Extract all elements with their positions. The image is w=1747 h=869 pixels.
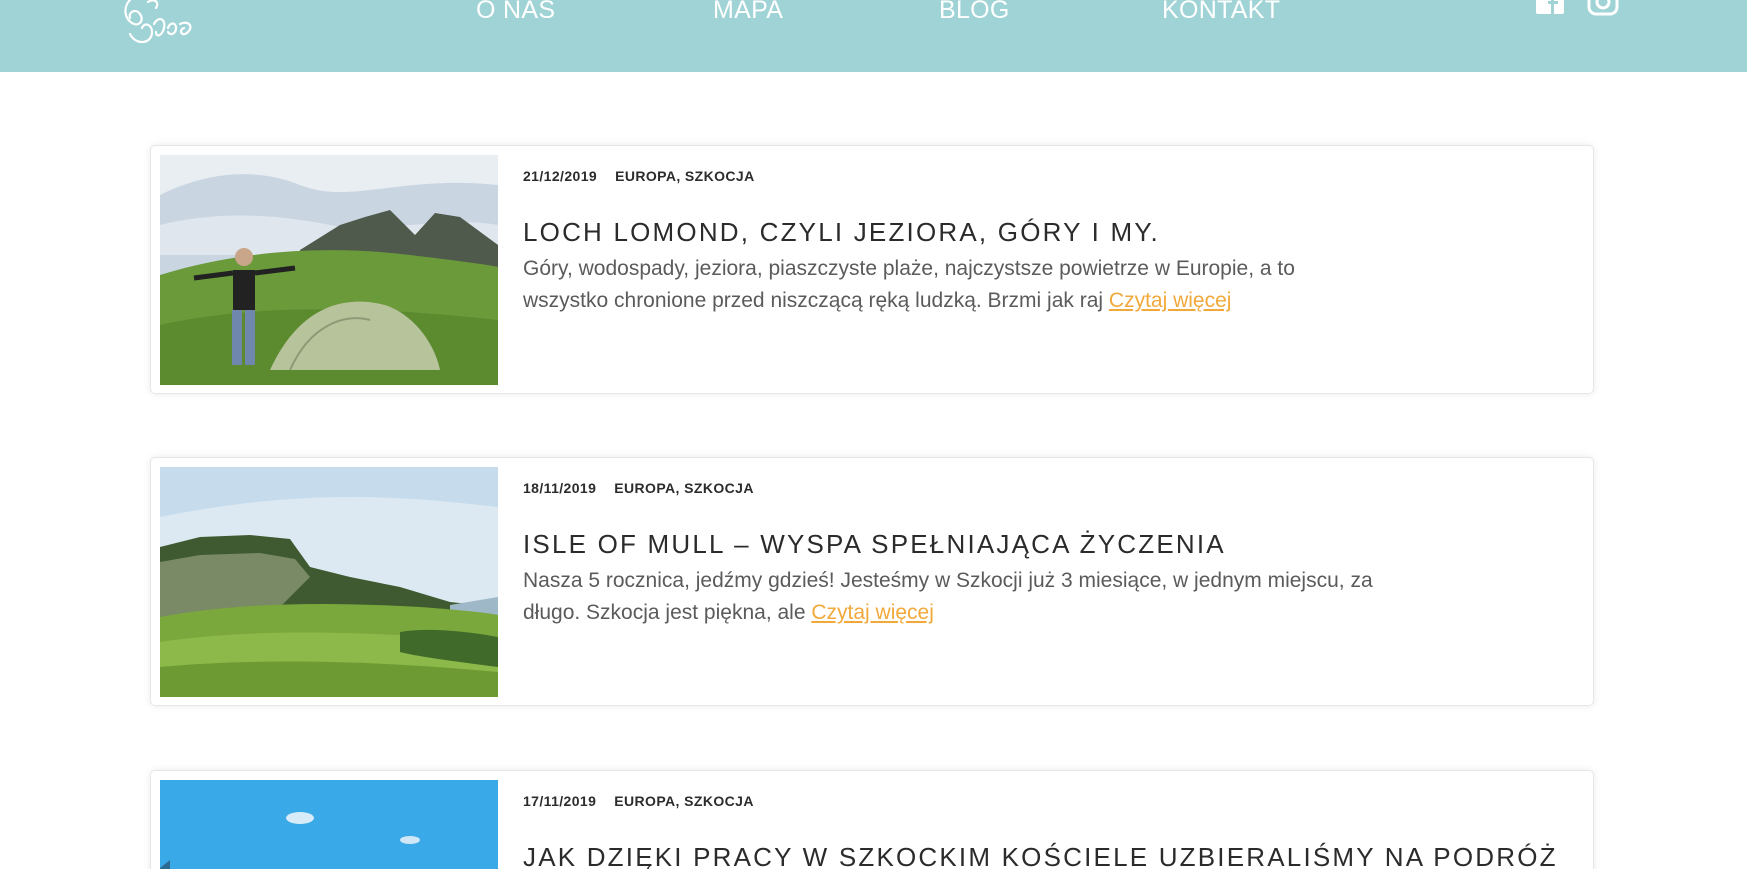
blog-post-card: 17/11/2019 EUROPA, SZKOCJA JAK DZIĘKI PRA… bbox=[150, 770, 1594, 869]
post-categories[interactable]: EUROPA, SZKOCJA bbox=[614, 480, 754, 496]
post-thumbnail[interactable] bbox=[160, 155, 498, 385]
post-categories[interactable]: EUROPA, SZKOCJA bbox=[615, 168, 755, 184]
post-excerpt: Góry, wodospady, jeziora, piaszczyste pl… bbox=[523, 253, 1383, 317]
blog-post-card: 18/11/2019 EUROPA, SZKOCJA ISLE OF MULL –… bbox=[150, 457, 1594, 706]
blog-post-card: 21/12/2019 EUROPA, SZKOCJA LOCH LOMOND, C… bbox=[150, 145, 1594, 394]
post-excerpt: Nasza 5 rocznica, jedźmy gdzieś! Jesteśm… bbox=[523, 565, 1383, 629]
nav-blog[interactable]: BLOG bbox=[939, 0, 1010, 24]
post-title[interactable]: JAK DZIĘKI PRACY W SZKOCKIM KOŚCIELE UZB… bbox=[523, 842, 1558, 869]
facebook-icon[interactable] bbox=[1534, 0, 1568, 22]
post-thumbnail[interactable] bbox=[160, 780, 498, 869]
nav-o-nas[interactable]: O NAS bbox=[476, 0, 555, 24]
post-excerpt-text: Nasza 5 rocznica, jedźmy gdzieś! Jesteśm… bbox=[523, 569, 1373, 624]
post-meta: 18/11/2019 EUROPA, SZKOCJA bbox=[523, 480, 772, 496]
post-categories[interactable]: EUROPA, SZKOCJA bbox=[614, 793, 754, 809]
instagram-icon[interactable] bbox=[1586, 0, 1620, 22]
post-meta: 17/11/2019 EUROPA, SZKOCJA bbox=[523, 793, 772, 809]
site-header: O NAS MAPA BLOG KONTAKT bbox=[0, 0, 1747, 72]
site-logo[interactable] bbox=[118, 0, 200, 48]
nav-mapa[interactable]: MAPA bbox=[713, 0, 783, 24]
read-more-link[interactable]: Czytaj więcej bbox=[811, 601, 934, 624]
post-date: 18/11/2019 bbox=[523, 480, 597, 496]
post-title[interactable]: ISLE OF MULL – WYSPA SPEŁNIAJĄCA ŻYCZENI… bbox=[523, 529, 1226, 560]
post-meta: 21/12/2019 EUROPA, SZKOCJA bbox=[523, 168, 773, 184]
post-date: 21/12/2019 bbox=[523, 168, 598, 184]
post-title[interactable]: LOCH LOMOND, CZYLI JEZIORA, GÓRY I MY. bbox=[523, 217, 1160, 248]
read-more-link[interactable]: Czytaj więcej bbox=[1109, 289, 1232, 312]
post-thumbnail[interactable] bbox=[160, 467, 498, 697]
post-date: 17/11/2019 bbox=[523, 793, 597, 809]
nav-kontakt[interactable]: KONTAKT bbox=[1162, 0, 1280, 24]
